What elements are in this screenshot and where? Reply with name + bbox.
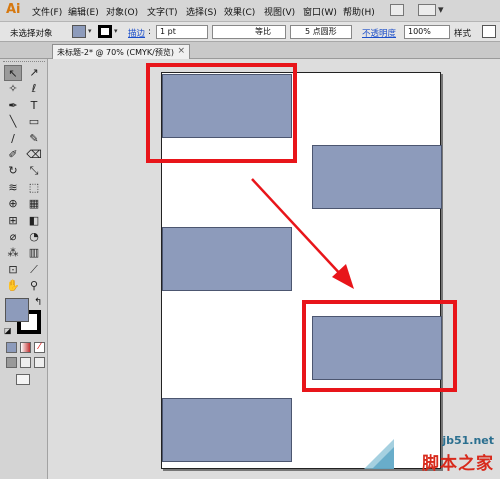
mesh-tool-icon[interactable]: ⊞: [4, 213, 22, 229]
document-tab[interactable]: 未标题-2* @ 70% (CMYK/预览) ×: [52, 44, 190, 59]
fill-color-swatch[interactable]: [72, 25, 86, 38]
slice-tool-icon[interactable]: ⟋: [25, 262, 43, 278]
selection-tool-icon[interactable]: ↖: [4, 65, 22, 81]
rotate-tool-icon[interactable]: ↻: [4, 163, 22, 179]
eraser-tool-icon[interactable]: ⌫: [25, 147, 43, 163]
paintbrush-tool-icon[interactable]: ∕: [4, 131, 22, 147]
draw-behind-icon[interactable]: [20, 357, 31, 368]
swap-colors-icon[interactable]: ↰: [34, 297, 42, 308]
watermark-site: jb51.net: [442, 434, 494, 447]
blob-brush-tool-icon[interactable]: ✐: [4, 147, 22, 163]
blend-tool-icon[interactable]: ◔: [25, 229, 43, 245]
color-mode-icon[interactable]: [6, 342, 17, 353]
artboard-tool-icon[interactable]: ⊡: [4, 262, 22, 278]
watermark-name: 脚本之家: [422, 454, 494, 474]
watermark: jb51.net 脚本之家: [358, 432, 500, 479]
arrow-indicator: [251, 178, 354, 289]
brush-select[interactable]: 5 点圆形: [290, 25, 352, 39]
symbol-sprayer-tool-icon[interactable]: ⁂: [4, 245, 22, 261]
stroke-color-swatch[interactable]: [98, 25, 112, 38]
opacity-label[interactable]: 不透明度: [362, 27, 396, 39]
scale-tool-icon[interactable]: ⤡: [25, 163, 43, 179]
eyedropper-tool-icon[interactable]: ⌀: [4, 229, 22, 245]
lasso-tool-icon[interactable]: ℓ: [25, 81, 43, 97]
menu-effect[interactable]: 效果(C): [224, 5, 255, 18]
zoom-tool-icon[interactable]: ⚲: [25, 278, 43, 294]
rectangle-tool-icon[interactable]: ▭: [25, 114, 43, 130]
column-graph-tool-icon[interactable]: ▥: [25, 245, 43, 261]
menu-help[interactable]: 帮助(H): [343, 5, 375, 18]
type-tool-icon[interactable]: T: [25, 98, 43, 114]
arrange-documents-icon[interactable]: [418, 4, 436, 16]
bridge-icon[interactable]: [390, 4, 404, 16]
document-tab-bar: 未标题-2* @ 70% (CMYK/预览) ×: [0, 42, 500, 59]
pen-tool-icon[interactable]: ✒: [4, 98, 22, 114]
style-swatch[interactable]: [482, 25, 496, 38]
chevron-down-icon[interactable]: ▾: [114, 27, 118, 35]
perspective-grid-tool-icon[interactable]: ▦: [25, 196, 43, 212]
control-bar: 未选择对象 ▾ ▾ 描边 : 1 pt 等比 5 点圆形 不透明度 100% 样…: [0, 22, 500, 42]
magic-wand-tool-icon[interactable]: ✧: [4, 81, 22, 97]
selection-status: 未选择对象: [10, 29, 53, 39]
close-icon[interactable]: ×: [177, 46, 185, 56]
style-label: 样式: [454, 29, 472, 39]
hand-tool-icon[interactable]: ✋: [4, 278, 22, 294]
default-colors-icon[interactable]: ◪: [4, 326, 12, 335]
warp-tool-icon[interactable]: ≋: [4, 180, 22, 196]
draw-normal-icon[interactable]: [6, 357, 17, 368]
menu-select[interactable]: 选择(S): [186, 5, 217, 18]
menu-view[interactable]: 视图(V): [264, 5, 295, 18]
watermark-logo-icon: [364, 439, 394, 469]
line-tool-icon[interactable]: ╲: [4, 114, 22, 130]
free-transform-tool-icon[interactable]: ⬚: [25, 180, 43, 196]
stroke-profile-select[interactable]: 等比: [212, 25, 286, 39]
colon-text: :: [148, 27, 151, 37]
panel-grip[interactable]: [3, 61, 45, 64]
draw-inside-icon[interactable]: [34, 357, 45, 368]
fill-color-box[interactable]: [5, 298, 29, 322]
opacity-field[interactable]: 100%: [404, 25, 450, 39]
screen-mode-icon[interactable]: [16, 374, 30, 385]
gradient-mode-icon[interactable]: [20, 342, 31, 353]
canvas-area[interactable]: [48, 59, 500, 479]
chevron-down-icon[interactable]: ▾: [438, 3, 444, 16]
gradient-tool-icon[interactable]: ◧: [25, 213, 43, 229]
pencil-tool-icon[interactable]: ✎: [25, 131, 43, 147]
menu-type[interactable]: 文字(T): [147, 5, 178, 18]
tools-panel: ↰ ◪ ⁄ ↖ ↗ ✧ ℓ ✒ T ╲ ▭ ∕ ✎ ✐ ⌫ ↻ ⤡ ≋ ⬚ ⊕ ▦ ⊞ ◧ ⌀ ◔ ⁂ ▥ ⊡ ⟋ ✋ ⚲: [0, 59, 48, 479]
app-logo: Ai: [6, 2, 21, 17]
stroke-label[interactable]: 描边: [128, 27, 145, 39]
chevron-down-icon[interactable]: ▾: [88, 27, 92, 35]
shape-builder-tool-icon[interactable]: ⊕: [4, 196, 22, 212]
menu-edit[interactable]: 编辑(E): [68, 5, 99, 18]
direct-selection-tool-icon[interactable]: ↗: [25, 65, 43, 81]
menu-file[interactable]: 文件(F): [32, 5, 62, 18]
document-tab-title: 未标题-2* @ 70% (CMYK/预览): [57, 48, 174, 57]
menu-bar: Ai 文件(F) 编辑(E) 对象(O) 文字(T) 选择(S) 效果(C) 视…: [0, 0, 500, 22]
none-mode-icon[interactable]: ⁄: [34, 342, 45, 353]
stroke-weight-field[interactable]: 1 pt: [156, 25, 208, 39]
menu-object[interactable]: 对象(O): [106, 5, 138, 18]
menu-window[interactable]: 窗口(W): [303, 5, 337, 18]
arrow-line: [251, 178, 344, 278]
